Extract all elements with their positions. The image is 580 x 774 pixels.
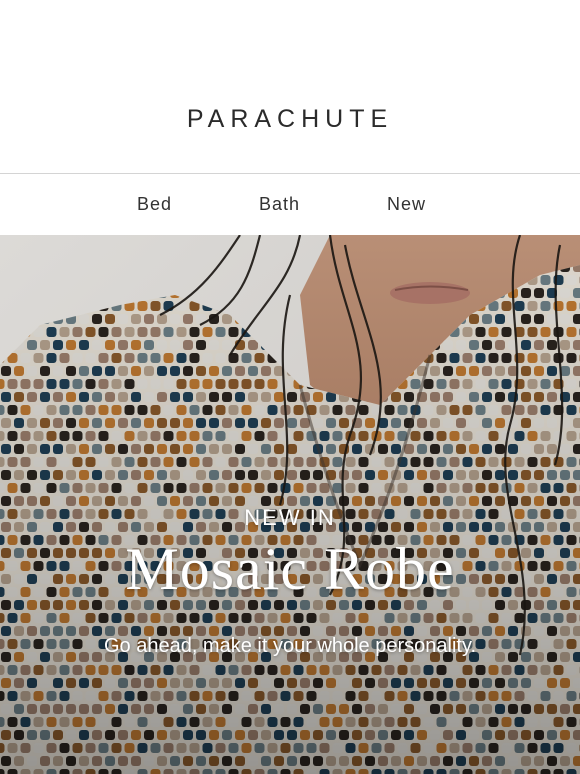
- hero-eyebrow: NEW IN: [244, 505, 336, 530]
- main-nav: Bed Bath New: [0, 174, 580, 235]
- hero-subtitle: Go ahead, make it your whole personality…: [103, 635, 477, 657]
- hero-title: Mosaic Robe: [125, 536, 455, 602]
- nav-item-new[interactable]: New: [387, 194, 426, 215]
- brand-logo[interactable]: PARACHUTE: [0, 105, 580, 134]
- hero-banner[interactable]: NEW IN Mosaic Robe Go ahead, make it you…: [0, 235, 580, 774]
- email-header: PARACHUTE: [0, 0, 580, 173]
- nav-item-bed[interactable]: Bed: [137, 194, 172, 215]
- nav-item-bath[interactable]: Bath: [259, 194, 300, 215]
